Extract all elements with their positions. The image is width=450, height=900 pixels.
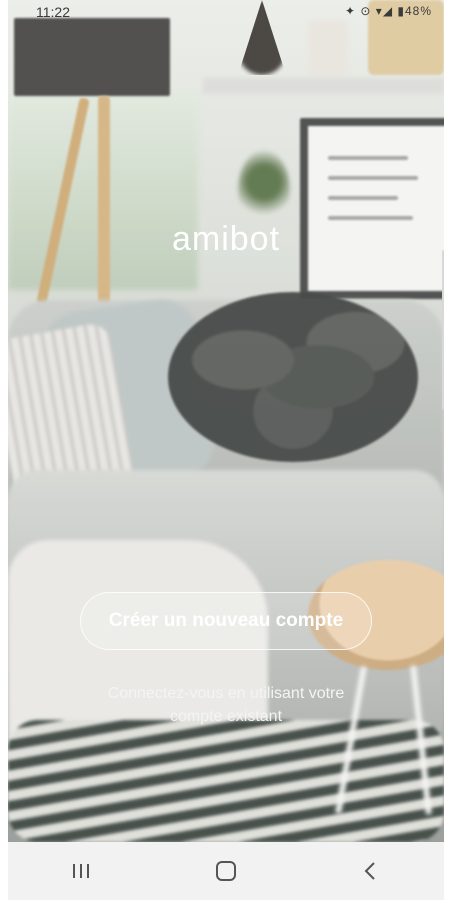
status-bar: 11:22 ✦ ⊙ ▾◢ ▮48% <box>8 0 444 24</box>
recent-apps-button[interactable] <box>51 851 111 891</box>
app-screen: 11:22 ✦ ⊙ ▾◢ ▮48% amibot Créer un nouvea… <box>8 0 444 842</box>
left-margin <box>0 0 8 900</box>
recent-apps-icon <box>72 864 89 878</box>
create-account-label: Créer un nouveau compte <box>108 610 344 631</box>
home-icon <box>215 861 236 881</box>
back-icon <box>364 862 376 880</box>
status-time: 11:22 <box>36 4 70 20</box>
navigation-bar <box>8 842 444 900</box>
back-button[interactable] <box>341 851 401 891</box>
login-link-line2: compte existant <box>169 708 283 725</box>
login-link-line1: Connectez-vous en utilisant votre <box>107 685 345 702</box>
home-button[interactable] <box>196 851 256 891</box>
status-indicators: ✦ ⊙ ▾◢ ▮48% <box>345 4 432 18</box>
create-account-button[interactable]: Créer un nouveau compte <box>80 592 372 650</box>
amibot-logo: amibot <box>171 220 281 258</box>
right-margin <box>444 0 450 900</box>
login-link[interactable]: Connectez-vous en utilisant votre compte… <box>48 682 404 728</box>
